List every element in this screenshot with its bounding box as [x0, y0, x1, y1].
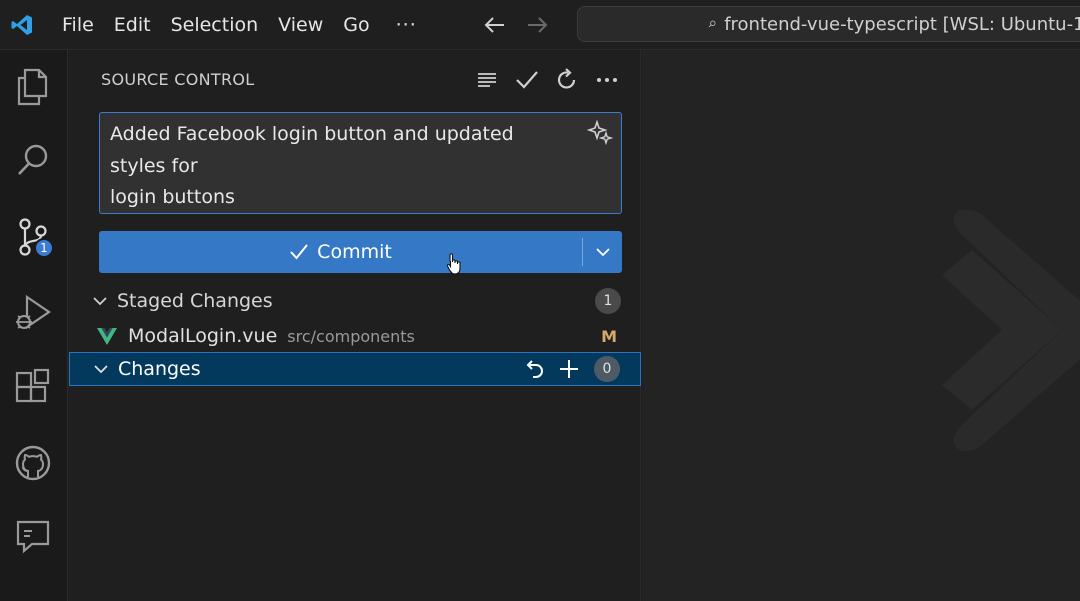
panel-header: SOURCE CONTROL: [101, 66, 621, 92]
commit-button-group: Commit: [99, 231, 622, 273]
staged-changes-header[interactable]: Staged Changes 1: [69, 284, 641, 318]
commit-message-line: Added Facebook login button and updated: [110, 123, 514, 145]
file-status-modified: M: [601, 326, 617, 346]
menu-go[interactable]: Go: [333, 0, 379, 50]
commit-button-label: Commit: [317, 241, 392, 263]
staged-file-item[interactable]: ModalLogin.vue src/components M: [69, 319, 641, 353]
menu-selection[interactable]: Selection: [161, 0, 269, 50]
chevron-down-icon: [90, 358, 112, 380]
changes-label: Changes: [118, 358, 201, 380]
title-bar: File Edit Selection View Go ··· frontend…: [0, 0, 1080, 50]
source-control-icon[interactable]: 1: [10, 214, 56, 260]
view-as-list-icon[interactable]: [473, 66, 501, 94]
source-control-badge: 1: [34, 238, 54, 258]
commit-dropdown-chevron-icon[interactable]: [583, 231, 622, 273]
menu-more-button[interactable]: ···: [380, 14, 433, 36]
staged-changes-label: Staged Changes: [117, 290, 273, 312]
vscode-watermark-icon: [942, 210, 1080, 451]
github-icon[interactable]: [10, 440, 56, 486]
command-center[interactable]: frontend-vue-typescript [WSL: Ubuntu-18: [577, 6, 1080, 42]
forward-arrow-icon[interactable]: [523, 11, 551, 39]
changes-actions: [522, 356, 582, 382]
menu-file[interactable]: File: [52, 0, 104, 50]
search-icon[interactable]: [10, 138, 56, 184]
back-arrow-icon[interactable]: [481, 11, 509, 39]
check-icon: [290, 244, 308, 260]
run-debug-icon[interactable]: [10, 290, 56, 336]
refresh-icon[interactable]: [553, 66, 581, 94]
menu-bar: File Edit Selection View Go ···: [52, 0, 433, 50]
command-center-text: frontend-vue-typescript [WSL: Ubuntu-18: [724, 13, 1080, 35]
vscode-logo-icon[interactable]: [0, 0, 44, 50]
menu-edit[interactable]: Edit: [104, 0, 161, 50]
commit-check-icon[interactable]: [513, 66, 541, 94]
vue-file-icon: [97, 328, 117, 345]
activity-bar: 1: [0, 50, 68, 601]
discard-all-changes-icon[interactable]: [522, 356, 548, 382]
file-name: ModalLogin.vue: [128, 325, 278, 347]
panel-actions: [473, 66, 621, 94]
menu-view[interactable]: View: [268, 0, 333, 50]
chevron-down-icon: [89, 290, 111, 312]
commit-message-line: login buttons: [110, 186, 235, 208]
search-icon: [708, 20, 716, 28]
commit-button[interactable]: Commit: [99, 231, 582, 273]
staged-count-badge: 1: [595, 288, 621, 314]
more-actions-icon[interactable]: [593, 66, 621, 94]
extensions-icon[interactable]: [10, 364, 56, 410]
explorer-icon[interactable]: [10, 64, 56, 110]
commit-message-line: styles for: [110, 154, 198, 177]
changes-header[interactable]: Changes 0: [69, 352, 641, 386]
navigation-arrows: [481, 11, 551, 39]
generate-message-sparkle-icon[interactable]: [586, 119, 614, 146]
commit-message-input[interactable]: Added Facebook login button and updated …: [99, 112, 622, 214]
file-path: src/components: [287, 326, 415, 346]
source-control-panel: SOURCE CONTROL Added Facebook login butt…: [69, 50, 641, 601]
changes-count-badge: 0: [594, 356, 620, 382]
panel-title: SOURCE CONTROL: [101, 69, 255, 89]
mouse-pointer-icon: [446, 252, 462, 276]
remote-chat-icon[interactable]: [10, 514, 56, 560]
stage-all-changes-plus-icon[interactable]: [556, 356, 582, 382]
editor-area: [642, 50, 1080, 601]
